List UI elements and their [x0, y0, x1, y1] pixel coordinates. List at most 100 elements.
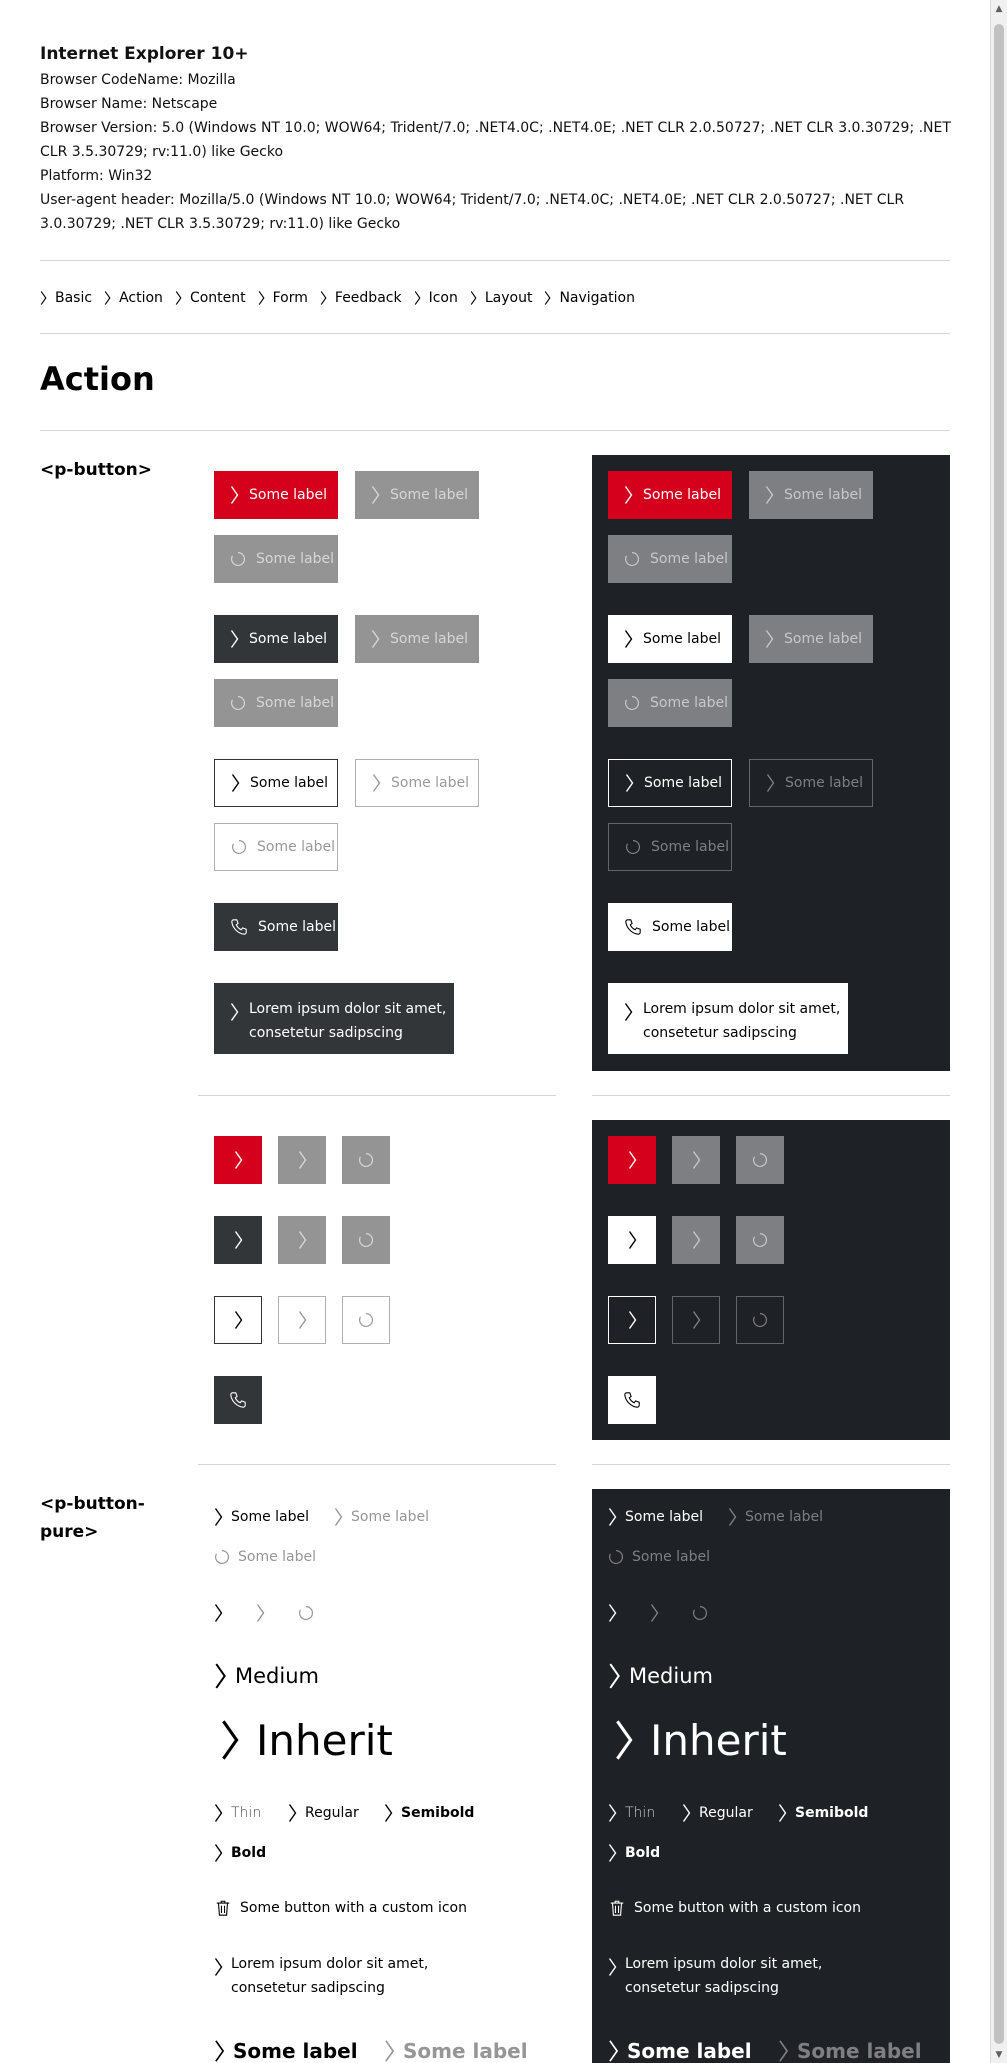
scrollbar-thumb[interactable] — [994, 24, 1004, 2044]
button-tertiary-disabled[interactable]: Some label — [749, 759, 873, 807]
nav-item-feedback[interactable]: Feedback — [320, 290, 402, 306]
icon-button-phone[interactable] — [214, 1376, 262, 1424]
button-pure-inherit[interactable]: Inherit — [614, 1712, 787, 1768]
button-pure-loading[interactable]: Some label — [214, 1545, 316, 1569]
button-multiline[interactable]: Lorem ipsum dolor sit amet, consetetur sa… — [608, 983, 848, 1054]
icon-button-tertiary[interactable] — [608, 1296, 656, 1344]
scroll-up-arrow[interactable]: ▲ — [991, 0, 1007, 17]
arrow-head-right-icon — [231, 774, 240, 792]
icon-button-tertiary-loading[interactable] — [342, 1296, 390, 1344]
nav-item-basic[interactable]: Basic — [40, 290, 92, 306]
icon-button-secondary-disabled[interactable] — [672, 1216, 720, 1264]
button-pure-semibold[interactable]: Semibold — [778, 1801, 868, 1825]
button-pure-large[interactable]: Some label — [608, 2036, 752, 2063]
button-tertiary[interactable]: Some label — [214, 759, 338, 807]
scroll-down-arrow[interactable]: ▼ — [991, 2046, 1007, 2063]
button-pure-custom-icon[interactable]: Some button with a custom icon — [608, 1896, 861, 1920]
button-primary[interactable]: Some label — [214, 471, 338, 519]
icon-button-secondary-loading[interactable] — [736, 1216, 784, 1264]
button-secondary-disabled[interactable]: Some label — [355, 615, 479, 663]
button-pure-medium[interactable]: Medium — [608, 1660, 713, 1692]
button-pure-icon-only-loading[interactable] — [298, 1601, 318, 1625]
nav-item-navigation[interactable]: Navigation — [544, 290, 635, 306]
button-pure-regular[interactable]: Regular — [288, 1801, 359, 1825]
button-primary-disabled[interactable]: Some label — [355, 471, 479, 519]
button-secondary-disabled[interactable]: Some label — [749, 615, 873, 663]
button-pure-icon-only-disabled[interactable] — [256, 1601, 276, 1625]
arrow-head-right-icon — [175, 291, 182, 305]
button-pure-medium[interactable]: Medium — [214, 1660, 319, 1692]
button-secondary-loading[interactable]: Some label — [608, 679, 732, 727]
nav-item-action[interactable]: Action — [104, 290, 163, 306]
button-label: Lorem ipsum dolor sit amet, consetetur sa… — [249, 1001, 447, 1041]
button-pure-icon-only-disabled[interactable] — [650, 1601, 670, 1625]
icon-button-primary-disabled[interactable] — [672, 1136, 720, 1184]
nav-item-icon[interactable]: Icon — [414, 290, 458, 306]
icon-button-phone[interactable] — [608, 1376, 656, 1424]
button-pure-multiline[interactable]: Lorem ipsum dolor sit amet, consetetur sa… — [214, 1952, 454, 2002]
button-label: Some label — [256, 551, 335, 567]
icon-button-primary-loading[interactable] — [342, 1136, 390, 1184]
button-tertiary-loading[interactable]: Some label — [214, 823, 338, 871]
button-label: Some label — [632, 1549, 711, 1565]
icon-button-tertiary-loading[interactable] — [736, 1296, 784, 1344]
spinner-icon — [753, 1232, 768, 1247]
button-multiline[interactable]: Lorem ipsum dolor sit amet, consetetur sa… — [214, 983, 454, 1054]
button-pure-thin[interactable]: Thin — [608, 1801, 655, 1825]
nav-item-layout[interactable]: Layout — [470, 290, 532, 306]
icon-button-secondary-disabled[interactable] — [278, 1216, 326, 1264]
button-pure-large-disabled[interactable]: Some label — [778, 2036, 922, 2063]
button-pure-multiline[interactable]: Lorem ipsum dolor sit amet, consetetur sa… — [608, 1952, 848, 2002]
vertical-scrollbar[interactable]: ▲ ▼ — [990, 0, 1007, 2063]
button-label: Some label — [249, 631, 328, 647]
button-primary[interactable]: Some label — [608, 471, 732, 519]
nav-item-content[interactable]: Content — [175, 290, 246, 306]
button-pure-thin[interactable]: Thin — [214, 1801, 261, 1825]
button-pure-icon-only[interactable] — [214, 1601, 234, 1625]
icon-button-primary[interactable] — [214, 1136, 262, 1184]
button-primary-loading[interactable]: Some label — [214, 535, 338, 583]
nav-item-label: Feedback — [334, 290, 402, 306]
button-secondary[interactable]: Some label — [214, 615, 338, 663]
button-pure-large[interactable]: Some label — [214, 2036, 358, 2063]
button-pure-bold[interactable]: Bold — [214, 1841, 266, 1865]
arrow-head-right-icon — [608, 1508, 617, 1526]
button-pure-disabled[interactable]: Some label — [728, 1505, 823, 1529]
button-pure-semibold[interactable]: Semibold — [384, 1801, 474, 1825]
button-pure-disabled[interactable]: Some label — [334, 1505, 429, 1529]
icon-button-secondary[interactable] — [608, 1216, 656, 1264]
button-pure-bold[interactable]: Bold — [608, 1841, 660, 1865]
button-phone[interactable]: Some label — [608, 903, 732, 951]
button-secondary-loading[interactable]: Some label — [214, 679, 338, 727]
spinner-icon — [231, 551, 246, 566]
icon-button-primary[interactable] — [608, 1136, 656, 1184]
button-tertiary-loading[interactable]: Some label — [608, 823, 732, 871]
icon-button-secondary[interactable] — [214, 1216, 262, 1264]
button-pure-inherit[interactable]: Inherit — [220, 1712, 393, 1768]
button-pure[interactable]: Some label — [608, 1505, 703, 1529]
icon-button-primary-loading[interactable] — [736, 1136, 784, 1184]
button-label: Medium — [235, 1664, 319, 1688]
button-tertiary-disabled[interactable]: Some label — [355, 759, 479, 807]
button-primary-loading[interactable]: Some label — [608, 535, 732, 583]
button-pure-icon-only-loading[interactable] — [692, 1601, 712, 1625]
icon-button-tertiary-disabled[interactable] — [672, 1296, 720, 1344]
button-pure[interactable]: Some label — [214, 1505, 309, 1529]
button-phone[interactable]: Some label — [214, 903, 338, 951]
icon-button-primary-disabled[interactable] — [278, 1136, 326, 1184]
button-pure-custom-icon[interactable]: Some button with a custom icon — [214, 1896, 467, 1920]
arrow-head-right-icon — [215, 2040, 225, 2062]
icon-button-secondary-loading[interactable] — [342, 1216, 390, 1264]
button-pure-loading[interactable]: Some label — [608, 1545, 710, 1569]
arrow-head-right-icon — [214, 1958, 223, 1976]
button-secondary[interactable]: Some label — [608, 615, 732, 663]
arrow-head-right-icon — [628, 1231, 636, 1249]
button-pure-icon-only[interactable] — [608, 1601, 628, 1625]
nav-item-form[interactable]: Form — [258, 290, 308, 306]
button-pure-regular[interactable]: Regular — [682, 1801, 753, 1825]
icon-button-tertiary[interactable] — [214, 1296, 262, 1344]
button-primary-disabled[interactable]: Some label — [749, 471, 873, 519]
button-pure-large-disabled[interactable]: Some label — [384, 2036, 528, 2063]
icon-button-tertiary-disabled[interactable] — [278, 1296, 326, 1344]
button-tertiary[interactable]: Some label — [608, 759, 732, 807]
